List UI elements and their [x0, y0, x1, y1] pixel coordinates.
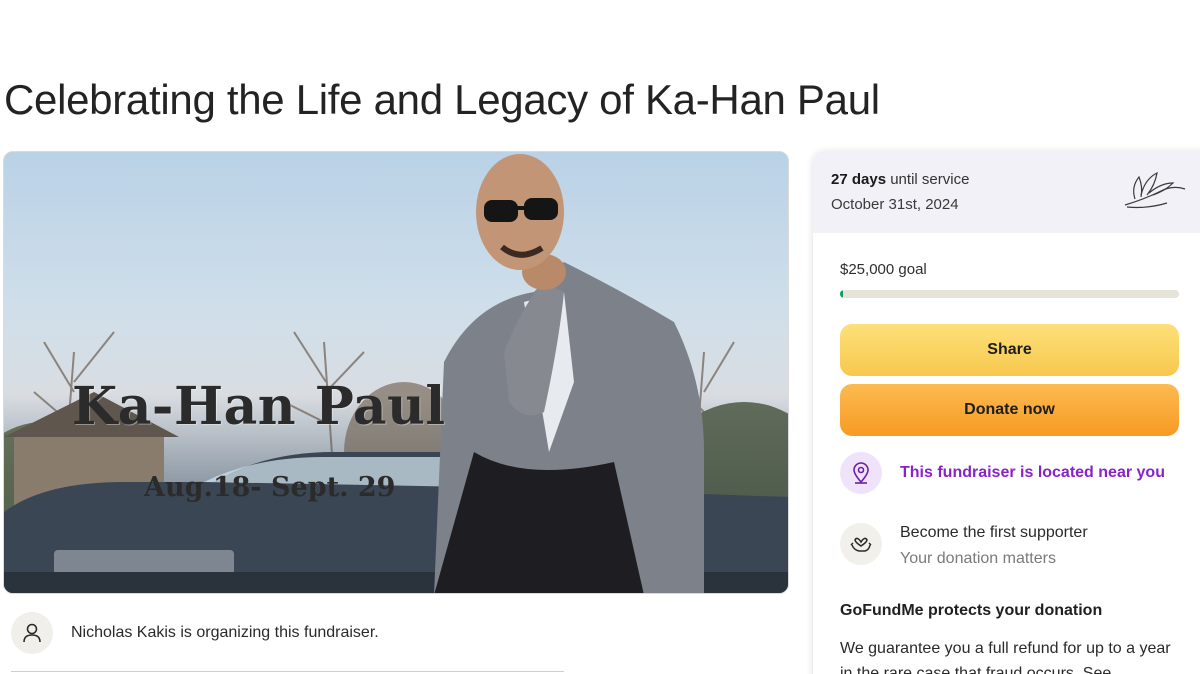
lily-flower-icon — [1124, 171, 1186, 209]
progress-fill — [840, 290, 844, 298]
supporter-title: Become the first supporter — [900, 524, 1088, 541]
supporter-text: Become the first supporter Your donation… — [900, 524, 1088, 568]
location-pin-icon — [840, 452, 882, 494]
service-countdown: 27 days until service October 31st, 2024 — [813, 151, 1200, 233]
fundraising-goal: $25,000 goal — [840, 261, 927, 278]
divider — [11, 671, 564, 672]
donate-now-button[interactable]: Donate now — [840, 384, 1179, 436]
organizer-row: Nicholas Kakis is organizing this fundra… — [11, 612, 379, 654]
organizer-text: Nicholas Kakis is organizing this fundra… — [71, 624, 379, 641]
hero-name-text: Ka-Han Paul — [72, 376, 446, 437]
person-icon — [11, 612, 53, 654]
days-suffix: until service — [890, 171, 970, 188]
hero-dates-text: Aug.18- Sept. 29 — [144, 472, 396, 503]
location-notice: This fundraiser is located near you — [840, 452, 1165, 494]
page-title: Celebrating the Life and Legacy of Ka-Ha… — [4, 76, 880, 123]
share-button[interactable]: Share — [840, 324, 1179, 376]
heart-hands-icon — [840, 523, 882, 565]
protection-text: We guarantee you a full refund for up to… — [840, 640, 1171, 674]
hero-photo — [4, 154, 788, 593]
first-supporter: Become the first supporter Your donation… — [840, 523, 1088, 568]
protection-title: GoFundMe protects your donation — [840, 602, 1103, 619]
progress-bar — [840, 290, 1179, 298]
donation-panel: 27 days until service October 31st, 2024… — [813, 151, 1200, 674]
near-you-text: This fundraiser is located near you — [900, 464, 1165, 481]
supporter-subtitle: Your donation matters — [900, 550, 1056, 567]
hero-image[interactable]: Ka-Han Paul Aug.18- Sept. 29 — [3, 151, 789, 594]
days-count: 27 days — [831, 171, 887, 188]
